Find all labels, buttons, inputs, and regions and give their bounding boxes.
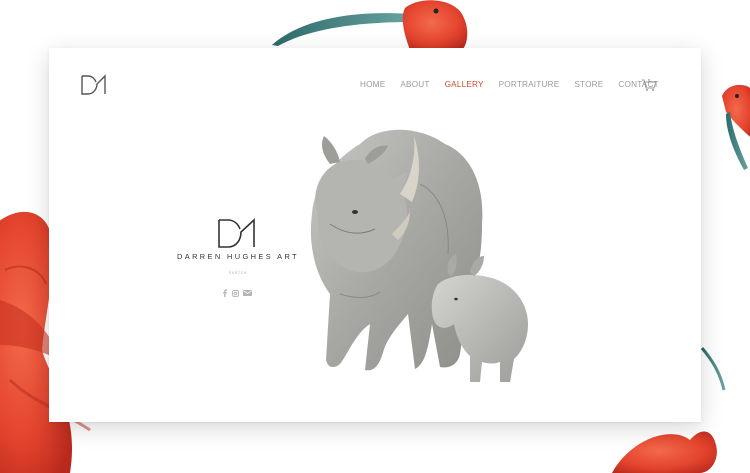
facebook-icon[interactable] (222, 289, 228, 297)
rhino-and-calf-illustration (310, 129, 528, 382)
brand-name: DARREN HUGHES ART (177, 252, 299, 261)
dh-monogram-icon[interactable] (80, 74, 110, 96)
email-icon[interactable] (243, 290, 252, 296)
nav-home[interactable]: HOME (360, 80, 385, 89)
nav-about[interactable]: ABOUT (400, 80, 429, 89)
nav-gallery[interactable]: GALLERY (445, 80, 484, 89)
main-nav: HOME ABOUT GALLERY PORTRAITURE STORE CON… (360, 80, 674, 89)
nav-portraiture[interactable]: PORTRAITURE (499, 80, 560, 89)
cart-count: 0 (647, 78, 651, 83)
instagram-icon[interactable] (232, 289, 239, 297)
ibis-head-right (722, 85, 750, 170)
brand-subtitle: SKETCH (228, 271, 248, 275)
page-card: HOME ABOUT GALLERY PORTRAITURE STORE CON… (49, 48, 701, 422)
ibis-head-top (272, 0, 468, 51)
nav-store[interactable]: STORE (574, 80, 603, 89)
social-links (222, 289, 256, 297)
dh-monogram-icon (218, 218, 255, 248)
